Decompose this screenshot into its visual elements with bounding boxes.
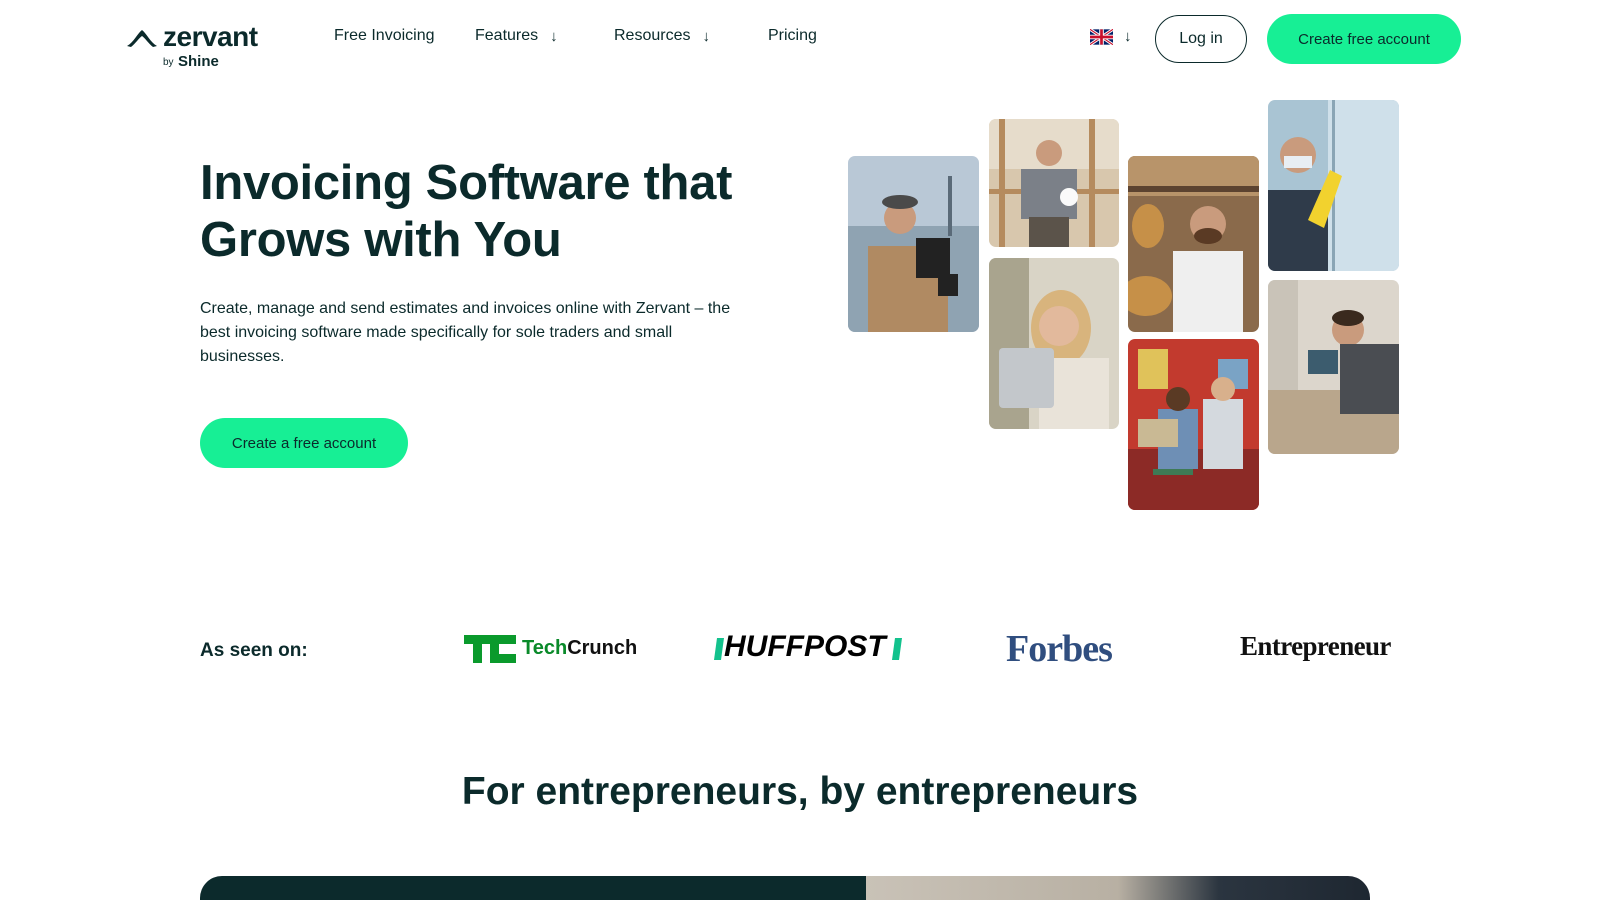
nav-features[interactable]: Features ↓ [475, 27, 558, 45]
techcrunch-mark-icon [464, 635, 516, 663]
nav-label: Features [475, 27, 539, 44]
cleaner-photo [1268, 100, 1399, 271]
nav-label: Pricing [768, 27, 817, 44]
login-button[interactable]: Log in [1155, 15, 1247, 63]
as-seen-on-label: As seen on: [200, 640, 308, 661]
hero-subtitle: Create, manage and send estimates and in… [200, 300, 731, 365]
nav-pricing[interactable]: Pricing [768, 27, 817, 45]
hero-create-account-button[interactable]: Create a free account [200, 418, 408, 468]
arrow-down-icon: ↓ [702, 27, 710, 45]
create-free-account-button[interactable]: Create free account [1267, 14, 1461, 64]
brand-by: by [163, 57, 174, 68]
brand-parent: Shine [178, 53, 219, 70]
baker-photo [1128, 156, 1259, 332]
zervant-logo[interactable]: zervant by Shine [126, 21, 260, 70]
feature-card [200, 876, 1370, 900]
arrow-down-icon: ↓ [550, 27, 558, 45]
nav-free-invoicing[interactable]: Free Invoicing [334, 27, 435, 45]
brand-name: zervant [163, 21, 258, 52]
forbes-logo: Forbes [1006, 628, 1113, 670]
section-title: For entrepreneurs, by entrepreneurs [461, 770, 1139, 813]
two-people-laptop-photo [1128, 339, 1259, 510]
entrepreneur-logo: Entrepreneur [1240, 631, 1391, 661]
nav-label: Free Invoicing [334, 27, 435, 44]
feature-card-panel [200, 876, 866, 900]
videographer-photo [848, 156, 979, 332]
language-dropdown-icon[interactable]: ↓ [1124, 28, 1132, 45]
zervant-mark-icon [127, 30, 157, 47]
construction-worker-photo [989, 119, 1119, 247]
uk-flag-icon[interactable] [1090, 29, 1113, 45]
nav-label: Resources [614, 27, 691, 44]
techcrunch-part1: Tech [522, 637, 568, 659]
nav-resources[interactable]: Resources ↓ [614, 27, 710, 45]
techcrunch-part2: Crunch [567, 637, 638, 659]
woman-laptop-photo [989, 258, 1119, 429]
huffpost-bar-right-icon [892, 638, 902, 660]
huffpost-bar-left-icon [714, 638, 724, 660]
hero-title: Invoicing Software that Grows with You [200, 156, 733, 267]
huffpost-text: HUFFPOST [724, 630, 886, 663]
site-header: zervant by Shine Free Invoicing Features… [0, 0, 1600, 78]
electronics-technician-photo [1268, 280, 1399, 454]
feature-card-photo [866, 876, 1370, 900]
